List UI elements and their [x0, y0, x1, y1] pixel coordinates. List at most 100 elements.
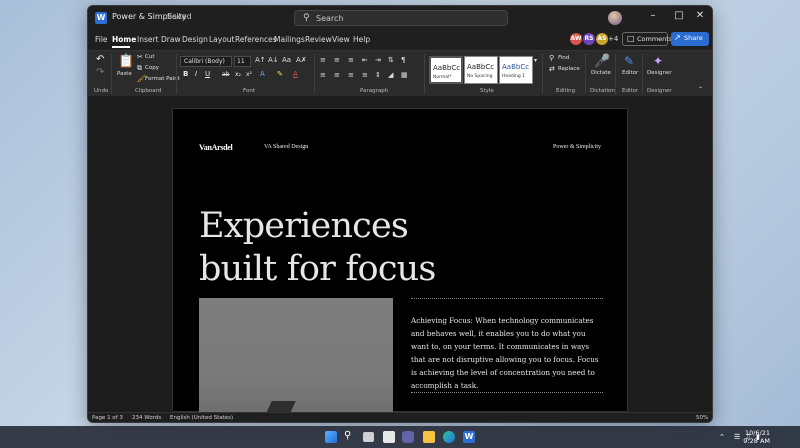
- multilevel-list-icon[interactable]: ≡: [348, 56, 354, 64]
- sort-icon[interactable]: ⇅: [388, 56, 394, 64]
- styles-gallery-more-icon[interactable]: ▾: [534, 57, 537, 64]
- teams-chat-icon[interactable]: [402, 431, 414, 443]
- document-canvas[interactable]: VanArsdel VA Shared Design Power & Simpl…: [88, 96, 712, 413]
- increase-indent-icon[interactable]: ⇥: [375, 56, 381, 64]
- italic-icon[interactable]: I: [195, 70, 197, 78]
- task-view-icon[interactable]: [363, 432, 374, 442]
- group-label-undo: Undo: [94, 88, 109, 94]
- account-avatar[interactable]: [608, 11, 622, 25]
- tab-home[interactable]: Home: [112, 35, 136, 44]
- clear-formatting-icon[interactable]: A✗: [296, 56, 307, 64]
- comment-icon: □: [627, 34, 635, 43]
- body-paragraph[interactable]: Achieving Focus: When technology communi…: [411, 314, 603, 392]
- widgets-icon[interactable]: [383, 431, 395, 443]
- replace-button[interactable]: Replace: [558, 66, 580, 72]
- style-heading-1[interactable]: AaBbCc Heading 1: [499, 56, 533, 84]
- numbering-icon[interactable]: ≡: [334, 56, 340, 64]
- language-status[interactable]: English (United States): [170, 415, 233, 421]
- replace-icon[interactable]: ⇄: [549, 65, 555, 73]
- style-normal[interactable]: AaBbCc Normal*: [429, 56, 463, 84]
- paste-icon[interactable]: 📋: [118, 54, 134, 69]
- system-clock[interactable]: 10/6/21 9:28 AM: [743, 429, 770, 445]
- shrink-font-icon[interactable]: A↓: [268, 56, 279, 64]
- start-icon[interactable]: [325, 431, 337, 443]
- word-taskbar-icon[interactable]: W: [463, 431, 475, 443]
- cut-button[interactable]: Cut: [145, 54, 154, 60]
- font-size-select[interactable]: 11: [234, 56, 251, 67]
- borders-icon[interactable]: ▦: [401, 71, 408, 79]
- company-logo: VanArsdel: [199, 143, 233, 152]
- document-headline[interactable]: Experiences built for focus: [199, 205, 436, 291]
- copy-icon[interactable]: ⧉: [137, 64, 142, 73]
- document-page[interactable]: VanArsdel VA Shared Design Power & Simpl…: [172, 108, 628, 413]
- microphone-icon[interactable]: 🎤: [594, 54, 610, 69]
- align-right-icon[interactable]: ≡: [348, 71, 354, 79]
- highlight-icon[interactable]: ✎: [277, 70, 283, 78]
- designer-icon[interactable]: ✦: [653, 54, 663, 68]
- cut-icon[interactable]: ✂: [137, 53, 143, 61]
- group-label-editing: Editing: [556, 88, 576, 94]
- align-left-icon[interactable]: ≡: [320, 71, 326, 79]
- maximize-icon[interactable]: □: [670, 10, 688, 21]
- minimize-icon[interactable]: –: [644, 10, 662, 21]
- editor-button[interactable]: Editor: [622, 70, 638, 76]
- collapse-ribbon-icon[interactable]: ⌃: [698, 86, 703, 93]
- underline-icon[interactable]: U: [205, 70, 210, 78]
- find-icon[interactable]: ⚲: [549, 54, 554, 62]
- tab-file[interactable]: File: [95, 35, 108, 44]
- comments-button[interactable]: □ Comments: [622, 32, 672, 46]
- style-no-spacing[interactable]: AaBbCc No Spacing: [464, 56, 498, 84]
- paste-button[interactable]: Paste: [117, 71, 132, 77]
- headline-line-1: Experiences: [199, 206, 409, 246]
- dictate-button[interactable]: Dictate: [591, 70, 611, 76]
- format-paint-button[interactable]: Format Paint: [145, 76, 180, 82]
- tab-view[interactable]: View: [332, 35, 350, 44]
- subscript-icon[interactable]: x₂: [235, 71, 241, 78]
- wifi-icon[interactable]: ☰: [734, 433, 740, 441]
- designer-button[interactable]: Designer: [647, 70, 672, 76]
- justify-icon[interactable]: ≡: [362, 71, 368, 79]
- editor-icon[interactable]: ✎: [624, 54, 634, 68]
- strikethrough-icon[interactable]: ab: [222, 71, 230, 78]
- tab-draw[interactable]: Draw: [161, 35, 181, 44]
- shading-icon[interactable]: ◢: [388, 71, 393, 79]
- font-color-icon[interactable]: A: [293, 70, 298, 78]
- edge-icon[interactable]: [443, 431, 455, 443]
- font-name-select[interactable]: Calibri (Body): [180, 56, 232, 67]
- more-collaborators[interactable]: +4: [608, 35, 618, 43]
- tab-design[interactable]: Design: [182, 35, 208, 44]
- bold-icon[interactable]: B: [183, 70, 188, 78]
- undo-icon[interactable]: ↶: [96, 54, 104, 65]
- zoom-level[interactable]: 50%: [696, 415, 708, 421]
- superscript-icon[interactable]: x²: [246, 71, 252, 78]
- collaborator-avatar[interactable]: AS: [596, 33, 608, 45]
- collaborator-avatar[interactable]: AW: [570, 33, 582, 45]
- grow-font-icon[interactable]: A↑: [255, 56, 266, 64]
- pilcrow-icon[interactable]: ¶: [401, 56, 405, 64]
- collaborator-avatar[interactable]: RS: [583, 33, 595, 45]
- tab-mailings[interactable]: Mailings: [274, 35, 305, 44]
- tab-insert[interactable]: Insert: [137, 35, 159, 44]
- decrease-indent-icon[interactable]: ⇤: [362, 56, 368, 64]
- share-button[interactable]: ↗ Share: [671, 32, 709, 46]
- find-button[interactable]: Find: [558, 55, 569, 61]
- align-center-icon[interactable]: ≡: [334, 71, 340, 79]
- line-spacing-icon[interactable]: ⇕: [375, 71, 381, 79]
- document-photo[interactable]: [199, 298, 393, 413]
- page-count[interactable]: Page 1 of 3: [92, 415, 123, 421]
- word-count[interactable]: 234 Words: [132, 415, 161, 421]
- file-explorer-icon[interactable]: [423, 431, 435, 443]
- chevron-up-icon[interactable]: ⌃: [719, 433, 725, 441]
- tab-review[interactable]: Review: [305, 35, 332, 44]
- copy-button[interactable]: Copy: [145, 65, 159, 71]
- search-box[interactable]: ⚲ Search: [294, 10, 508, 26]
- redo-icon[interactable]: ↷: [96, 67, 104, 78]
- tab-help[interactable]: Help: [353, 35, 370, 44]
- tab-references[interactable]: References: [235, 35, 277, 44]
- text-effects-icon[interactable]: A: [260, 70, 265, 78]
- bullets-icon[interactable]: ≡: [320, 56, 326, 64]
- search-taskbar-icon[interactable]: ⚲: [344, 430, 351, 441]
- tab-layout[interactable]: Layout: [209, 35, 235, 44]
- close-icon[interactable]: ✕: [691, 10, 709, 21]
- change-case-icon[interactable]: Aa: [282, 56, 291, 64]
